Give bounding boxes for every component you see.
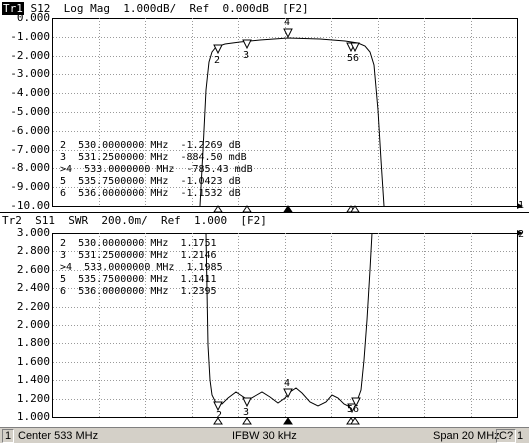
- trace1-label-2: 2: [214, 55, 221, 66]
- t2-stimulus-4[interactable]: [283, 417, 293, 425]
- y-tick-label: -10.00: [10, 199, 50, 212]
- trace1-label-4: 4: [284, 17, 291, 28]
- y-tick-label: 2.800: [16, 244, 50, 257]
- marker-row[interactable]: 3 531.2500000 MHz -884.50 mdB: [60, 152, 253, 164]
- status-bar: 1 Center 533 MHz IFBW 30 kHz Span 20 MHz…: [0, 427, 529, 443]
- center-frequency[interactable]: Center 533 MHz: [18, 430, 98, 442]
- trace2-marker-table: 2 530.0000000 MHz 1.1751 3 531.2500000 M…: [60, 238, 223, 298]
- channel-end-indicator: 1: [517, 430, 524, 442]
- y-tick-label: 3.000: [16, 226, 50, 239]
- y-tick-label: -5.000: [10, 105, 50, 118]
- y-tick-label: -6.000: [10, 124, 50, 137]
- y-tick-label: 1.600: [16, 355, 50, 368]
- marker-row[interactable]: 2 530.0000000 MHz 1.1751: [60, 238, 223, 250]
- trace1-label-56: 56: [347, 53, 360, 64]
- y-tick-label: 2.400: [16, 281, 50, 294]
- span-setting[interactable]: Span 20 MHz: [433, 430, 500, 442]
- marker-row[interactable]: 3 531.2500000 MHz 1.2146: [60, 250, 223, 262]
- y-tick-label: 1.200: [16, 392, 50, 405]
- trace2-stimulus-markers: [213, 417, 360, 425]
- trace1-marker-table: 2 530.0000000 MHz -1.2269 dB 3 531.25000…: [60, 140, 253, 200]
- trace1-ref-label: 1: [518, 200, 525, 211]
- y-tick-label: 2.200: [16, 300, 50, 313]
- trace2-label-2: 2: [216, 410, 223, 421]
- y-tick-label: 1.000: [16, 410, 50, 423]
- y-tick-label: -1.000: [10, 30, 50, 43]
- y-tick-label: -9.000: [10, 180, 50, 193]
- marker-row[interactable]: 5 535.7500000 MHz 1.1411: [60, 274, 223, 286]
- trace2-label-3: 3: [243, 407, 250, 418]
- y-tick-label: -7.000: [10, 143, 50, 156]
- trace1-label-3: 3: [243, 50, 250, 61]
- y-tick-label: 1.800: [16, 336, 50, 349]
- marker-row[interactable]: >4 533.0000000 MHz -785.43 mdB: [60, 164, 253, 176]
- y-tick-label: 0.000: [16, 11, 50, 24]
- marker-row[interactable]: 5 535.7500000 MHz -1.0423 dB: [60, 176, 253, 188]
- channel-indicator[interactable]: 1: [2, 429, 15, 443]
- y-tick-label: 2.600: [16, 263, 50, 276]
- trace2-ref-label: 2: [518, 229, 525, 240]
- calibration-status[interactable]: C?: [496, 429, 517, 443]
- y-tick-label: 1.400: [16, 373, 50, 386]
- y-tick-label: -4.000: [10, 86, 50, 99]
- y-tick-label: 2.000: [16, 318, 50, 331]
- vna-screen: Tr1 S12 Log Mag 1.000dB/ Ref 0.000dB [F2…: [0, 0, 529, 443]
- trace1-header-text: S12 Log Mag 1.000dB/ Ref 0.000dB [F2]: [23, 2, 309, 15]
- ifbw-setting[interactable]: IFBW 30 kHz: [232, 430, 297, 442]
- marker-row[interactable]: 6 536.0000000 MHz -1.1532 dB: [60, 188, 253, 200]
- y-tick-label: -8.000: [10, 161, 50, 174]
- trace2-label-56: 56: [347, 404, 360, 415]
- marker-row[interactable]: 6 536.0000000 MHz 1.2395: [60, 286, 223, 298]
- trace2-label-4: 4: [284, 378, 291, 389]
- y-tick-label: -2.000: [10, 49, 50, 62]
- y-tick-label: -3.000: [10, 67, 50, 80]
- marker-row[interactable]: >4 533.0000000 MHz 1.1985: [60, 262, 223, 274]
- marker-row[interactable]: 2 530.0000000 MHz -1.2269 dB: [60, 140, 253, 152]
